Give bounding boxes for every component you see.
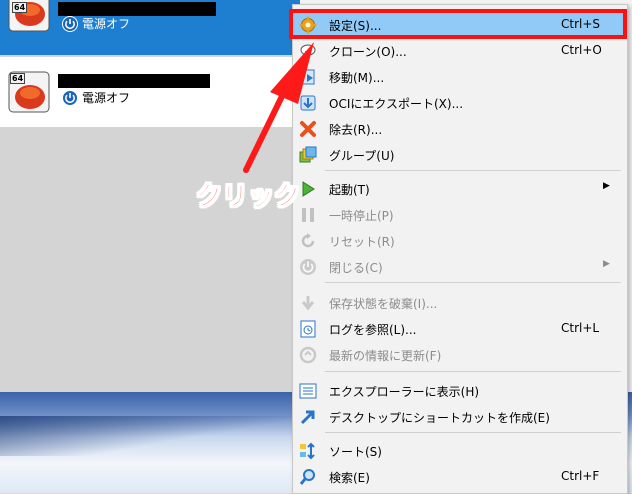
menu-item-start[interactable]: 起動(T) ▶ — [293, 177, 627, 201]
menu-item-refresh: 最新の情報に更新(F) — [293, 343, 627, 367]
vm-state: 電源オフ — [62, 15, 130, 32]
menu-item-label: ソート(S) — [329, 445, 382, 459]
menu-item-sort[interactable]: ソート(S) — [293, 439, 627, 463]
vm-list-item[interactable]: 64 電源オフ — [0, 57, 300, 127]
vm-name-redacted — [58, 2, 216, 16]
menu-item-show-log[interactable]: ログを参照(L)... Ctrl+L — [293, 317, 627, 341]
menu-item-label: 除去(R)... — [329, 123, 383, 137]
menu-item-move[interactable]: 移動(M)... — [293, 65, 627, 89]
menu-separator — [325, 170, 621, 171]
menu-item-remove[interactable]: 除去(R)... — [293, 117, 627, 141]
menu-item-label: 移動(M)... — [329, 71, 385, 85]
shortcut-icon — [300, 410, 315, 425]
vm-context-menu: 設定(S)... Ctrl+S クローン(O)... Ctrl+O 移動(M).… — [292, 4, 628, 494]
reset-icon — [301, 233, 315, 248]
click-annotation-label: クリック — [195, 182, 301, 213]
vm-list-item-selected[interactable]: 電源オフ — [0, 0, 300, 55]
sheep-icon — [300, 44, 316, 56]
menu-item-label: 検索(E) — [329, 471, 370, 485]
menu-item-pause: 一時停止(P) — [293, 203, 627, 227]
menu-item-label: グループ(U) — [329, 149, 395, 163]
menu-item-label: 起動(T) — [329, 183, 370, 197]
power-icon — [300, 259, 316, 275]
menu-item-label: 閉じる(C) — [329, 261, 383, 275]
pause-icon — [302, 208, 314, 222]
menu-item-export-oci[interactable]: OCIにエクスポート(X)... — [293, 91, 627, 115]
search-icon — [299, 469, 315, 485]
arch-badge: 64 — [12, 2, 28, 13]
menu-item-label: リセット(R) — [329, 235, 395, 249]
power-off-icon — [62, 15, 78, 32]
submenu-arrow-icon: ▶ — [603, 259, 610, 269]
menu-item-label: ログを参照(L)... — [329, 323, 417, 337]
vm-state-label: 電源オフ — [82, 91, 131, 105]
menu-item-close: 閉じる(C) ▶ — [293, 255, 627, 279]
start-icon — [302, 181, 315, 197]
menu-item-label: デスクトップにショートカットを作成(E) — [329, 411, 550, 425]
remove-icon — [300, 121, 316, 137]
group-icon — [299, 146, 317, 163]
explorer-icon — [299, 383, 317, 399]
refresh-icon — [299, 346, 317, 364]
menu-item-search[interactable]: 検索(E) Ctrl+F — [293, 465, 627, 489]
menu-separator — [325, 371, 621, 372]
menu-item-shortcut: Ctrl+L — [561, 321, 600, 335]
vm-name-redacted — [58, 74, 210, 88]
power-off-icon — [62, 89, 78, 106]
highlight-box — [289, 9, 627, 39]
menu-item-group[interactable]: グループ(U) — [293, 143, 627, 167]
arch-badge: 64 — [10, 73, 26, 84]
discard-icon — [301, 296, 315, 311]
menu-item-label: 保存状態を破棄(I)... — [329, 297, 438, 311]
menu-item-shortcut: Ctrl+F — [561, 469, 600, 483]
vm-state-label: 電源オフ — [82, 17, 131, 31]
menu-item-label: OCIにエクスポート(X)... — [329, 97, 464, 111]
menu-item-shortcut: Ctrl+O — [561, 43, 602, 57]
menu-item-label: エクスプローラーに表示(H) — [329, 385, 480, 399]
menu-item-label: 最新の情報に更新(F) — [329, 349, 442, 363]
vm-state: 電源オフ — [62, 89, 130, 106]
menu-item-label: クローン(O)... — [329, 45, 407, 59]
export-icon — [300, 95, 316, 111]
move-icon — [301, 69, 315, 85]
menu-item-show-in-explorer[interactable]: エクスプローラーに表示(H) — [293, 379, 627, 403]
menu-item-reset: リセット(R) — [293, 229, 627, 253]
log-icon — [300, 320, 316, 338]
menu-item-discard-state: 保存状態を破棄(I)... — [293, 291, 627, 315]
sort-icon — [300, 442, 315, 460]
menu-item-label: 一時停止(P) — [329, 209, 394, 223]
menu-separator — [325, 432, 621, 433]
menu-item-create-shortcut[interactable]: デスクトップにショートカットを作成(E) — [293, 405, 627, 429]
submenu-arrow-icon: ▶ — [603, 181, 610, 191]
menu-separator — [325, 282, 621, 283]
menu-item-clone[interactable]: クローン(O)... Ctrl+O — [293, 39, 627, 63]
